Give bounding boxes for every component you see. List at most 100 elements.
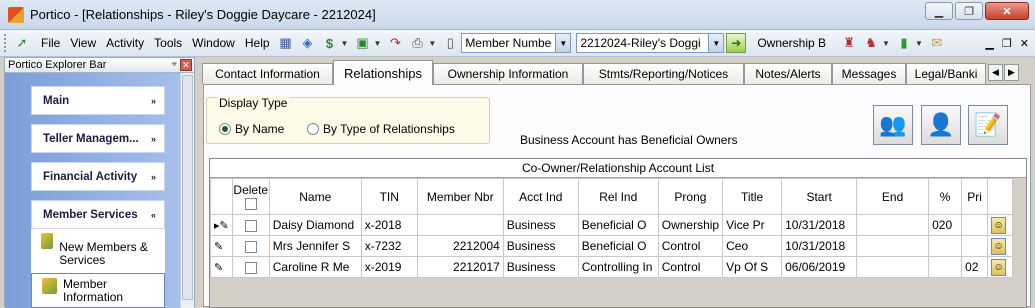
delete-row-checkbox[interactable] (244, 261, 257, 274)
explorer-scrollbar[interactable] (180, 73, 194, 308)
col-member-nbr-header[interactable]: Member Nbr (416, 178, 504, 215)
printer-dropdown-icon[interactable]: ▼ (428, 39, 436, 48)
end-cell[interactable] (856, 256, 930, 278)
end-cell[interactable] (856, 235, 930, 257)
member-nbr-cell[interactable] (416, 214, 504, 236)
calculator-icon[interactable]: ▦ (276, 34, 296, 52)
delete-cell[interactable] (231, 214, 270, 236)
col-tin-header[interactable]: TIN (360, 178, 418, 215)
member-number-field[interactable]: Member Numbe ▼ (461, 33, 572, 53)
delete-row-checkbox[interactable] (244, 219, 257, 232)
name-cell[interactable]: Mrs Jennifer S (268, 235, 362, 257)
radio-by-name[interactable]: By Name (219, 122, 284, 136)
tab-scroll-left-icon[interactable]: ◀ (988, 64, 1003, 81)
prong-cell[interactable]: Control (657, 256, 724, 278)
alert-person-icon[interactable]: ♞ (861, 34, 881, 52)
redo-arrow-icon[interactable]: ↷ (385, 34, 405, 52)
acct-ind-cell[interactable]: Business (502, 214, 579, 236)
name-cell[interactable]: Caroline R Me (268, 256, 362, 278)
group-teller-management[interactable]: Teller Managem... » (31, 124, 165, 153)
pri-cell[interactable] (961, 235, 989, 257)
start-cell[interactable]: 06/06/2019 (781, 256, 858, 278)
percent-cell[interactable]: 020 (928, 214, 963, 236)
tab-contact-information[interactable]: Contact Information (202, 63, 333, 84)
person-detail-cell[interactable]: ☺ (987, 214, 1014, 236)
tin-cell[interactable]: x-2019 (360, 256, 418, 278)
person-detail-icon[interactable]: ☺ (991, 237, 1007, 255)
tag-icon[interactable]: ◈ (298, 34, 318, 52)
add-relationship-button[interactable]: 👥 (873, 105, 913, 145)
col-prong-header[interactable]: Prong (657, 178, 724, 215)
pin-icon[interactable]: ⌖ (171, 59, 177, 70)
rel-ind-cell[interactable]: Beneficial O (577, 235, 659, 257)
tab-relationships[interactable]: Relationships (333, 60, 433, 85)
document-arrow-icon[interactable]: ➚ (13, 34, 31, 52)
explorer-close-icon[interactable]: ✕ (180, 59, 192, 71)
delete-row-checkbox[interactable] (244, 240, 257, 253)
person-detail-icon[interactable]: ☺ (991, 258, 1007, 276)
people-icon[interactable]: ♜ (839, 34, 859, 52)
battery-dropdown-icon[interactable]: ▼ (915, 39, 923, 48)
group-financial-activity[interactable]: Financial Activity » (31, 162, 165, 191)
person-detail-cell[interactable]: ☺ (987, 256, 1014, 278)
col-end-header[interactable]: End (856, 178, 930, 215)
tab-notes-alerts[interactable]: Notes/Alerts (744, 63, 832, 84)
pri-cell[interactable] (961, 214, 989, 236)
radio-by-type[interactable]: By Type of Relationships (307, 122, 455, 136)
tab-scroll-right-icon[interactable]: ▶ (1004, 64, 1019, 81)
member-number-dropdown-icon[interactable]: ▼ (555, 34, 571, 52)
cash-icon[interactable]: ▣ (352, 34, 372, 52)
tab-legal-banking[interactable]: Legal/Banki (906, 63, 986, 84)
acct-ind-cell[interactable]: Business (502, 256, 579, 278)
tin-cell[interactable]: x-7232 (360, 235, 418, 257)
person-detail-cell[interactable]: ☺ (987, 235, 1014, 257)
delete-cell[interactable] (231, 256, 270, 278)
delete-all-checkbox[interactable] (244, 198, 257, 211)
table-row[interactable]: ✎ Caroline R Me x-2019 2212017 Business … (210, 256, 1014, 278)
title-cell[interactable]: Ceo (722, 235, 783, 257)
col-percent-header[interactable]: % (928, 178, 963, 215)
col-name-header[interactable]: Name (268, 178, 362, 215)
menu-help[interactable]: Help (240, 36, 275, 50)
ownership-label[interactable]: Ownership B (752, 36, 831, 50)
end-cell[interactable] (856, 214, 930, 236)
col-pri-header[interactable]: Pri (961, 178, 989, 215)
pri-cell[interactable]: 02 (961, 256, 989, 278)
menu-activity[interactable]: Activity (101, 36, 149, 50)
acct-ind-cell[interactable]: Business (502, 235, 579, 257)
close-button[interactable]: ✕ (985, 2, 1029, 20)
tab-messages[interactable]: Messages (832, 63, 906, 84)
blank-page-icon[interactable]: ▯ (440, 34, 460, 52)
member-nbr-cell[interactable]: 2212004 (416, 235, 504, 257)
mdi-close-button[interactable]: ✕ (1020, 37, 1029, 50)
toolbar-grip[interactable] (4, 34, 8, 52)
title-cell[interactable]: Vice Pr (722, 214, 783, 236)
col-rel-ind-header[interactable]: Rel Ind (577, 178, 659, 215)
member-select-combo[interactable]: 2212024-Riley's Doggi ▼ (576, 33, 725, 53)
printer-icon[interactable]: ⎙ (407, 34, 427, 52)
mdi-restore-button[interactable]: ❐ (1002, 37, 1012, 50)
rel-ind-cell[interactable]: Beneficial O (577, 214, 659, 236)
start-cell[interactable]: 10/31/2018 (781, 214, 858, 236)
radio-unselected-icon[interactable] (307, 123, 319, 135)
alert-dropdown-icon[interactable]: ▼ (882, 39, 890, 48)
envelope-icon[interactable]: ✉ (927, 34, 947, 52)
col-delete-header[interactable]: Delete (231, 178, 270, 215)
member-nbr-cell[interactable]: 2212017 (416, 256, 504, 278)
percent-cell[interactable] (928, 235, 963, 257)
table-row[interactable]: ▸✎ Daisy Diamond x-2018 Business Benefic… (210, 214, 1014, 236)
subitem-new-members[interactable]: New Members & Services (31, 229, 165, 273)
title-cell[interactable]: Vp Of S (722, 256, 783, 278)
group-member-services[interactable]: Member Services « (31, 200, 165, 229)
member-select-dropdown-icon[interactable]: ▼ (708, 34, 724, 52)
col-start-header[interactable]: Start (781, 178, 858, 215)
person-detail-icon[interactable]: ☺ (991, 216, 1007, 234)
dollar-icon[interactable]: $ (320, 34, 340, 52)
radio-selected-icon[interactable] (219, 123, 231, 135)
edit-document-button[interactable]: 📝 (968, 105, 1008, 145)
menu-view[interactable]: View (65, 36, 101, 50)
restore-button[interactable]: ❐ (955, 2, 983, 20)
relationship-search-button[interactable]: 👤 (921, 105, 961, 145)
menu-window[interactable]: Window (187, 36, 240, 50)
table-row[interactable]: ✎ Mrs Jennifer S x-7232 2212004 Business… (210, 235, 1014, 257)
